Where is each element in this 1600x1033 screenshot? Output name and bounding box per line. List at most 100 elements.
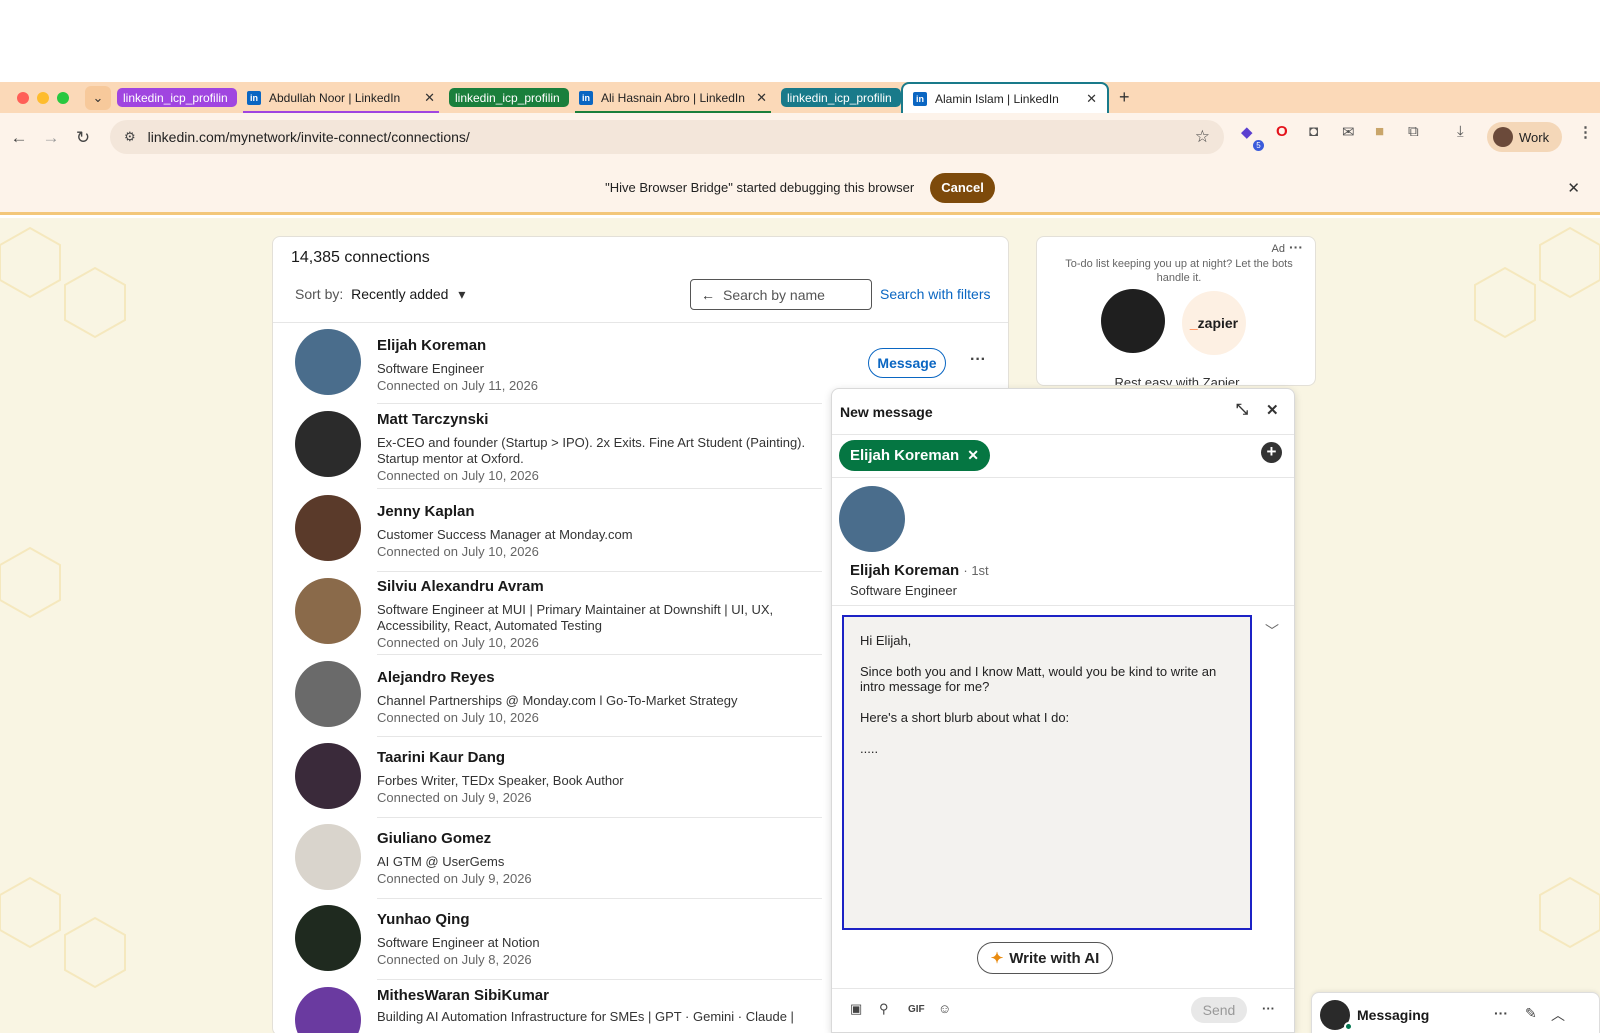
close-tab-icon[interactable]: ✕: [424, 90, 435, 106]
collapse-chevron-icon[interactable]: ﹀: [1265, 621, 1279, 641]
tab-group-chip-3[interactable]: linkedin_icp_profilin: [781, 88, 901, 107]
forward-arrow-icon[interactable]: →: [35, 128, 67, 148]
tab-group-chip-2[interactable]: linkedin_icp_profilin: [449, 88, 569, 107]
expand-chevron-up-icon[interactable]: ︿: [1551, 1005, 1565, 1025]
close-window-button[interactable]: [17, 91, 29, 104]
tab-alamin-islam[interactable]: in Alamin Islam | LinkedIn ✕: [901, 82, 1109, 113]
avatar[interactable]: [295, 987, 361, 1033]
download-icon[interactable]: ⤓: [1457, 123, 1464, 140]
extensions-puzzle-icon[interactable]: ⧉: [1408, 123, 1419, 140]
browser-menu-icon[interactable]: ⋮: [1578, 123, 1593, 141]
search-by-name-input[interactable]: ← Search by name: [690, 279, 872, 310]
address-bar[interactable]: ⚙ linkedin.com/mynetwork/invite-connect/…: [110, 120, 1224, 154]
connections-count: 14,385 connections: [291, 249, 430, 266]
avatar[interactable]: [295, 661, 361, 727]
divider: [377, 403, 822, 404]
close-tab-icon[interactable]: ✕: [756, 90, 767, 106]
compose-message-icon[interactable]: ✎: [1525, 1005, 1537, 1022]
more-options-icon[interactable]: ···: [970, 351, 986, 369]
attachment-icon[interactable]: ⚲: [879, 1001, 889, 1017]
back-arrow-icon: ←: [701, 286, 715, 303]
bookmark-star-icon[interactable]: ☆: [1195, 127, 1210, 147]
close-tab-icon[interactable]: ✕: [1086, 91, 1097, 107]
linkedin-icon: in: [247, 90, 261, 105]
connection-name[interactable]: Matt Tarczynski: [377, 411, 488, 428]
recipient-profile-name-text: Elijah Koreman: [850, 562, 960, 579]
recipient-profile-preview: Elijah Koreman · 1st Software Engineer: [832, 478, 1294, 606]
add-recipient-icon[interactable]: +: [1261, 442, 1282, 463]
avatar[interactable]: [295, 578, 361, 644]
linkedin-page: 14,385 connections Sort by: Recently add…: [0, 218, 1600, 1033]
search-with-filters-link[interactable]: Search with filters: [880, 286, 990, 302]
url-text: linkedin.com/mynetwork/invite-connect/co…: [147, 129, 470, 145]
tab-search-chevron-icon[interactable]: ⌄: [85, 85, 111, 110]
connection-name[interactable]: MithesWaran SibiKumar: [377, 987, 549, 1004]
write-with-ai-button[interactable]: ✦ Write with AI: [977, 942, 1113, 974]
new-tab-icon[interactable]: +: [1119, 87, 1130, 108]
remove-recipient-icon[interactable]: ✕: [967, 447, 979, 464]
profile-avatar: [1493, 127, 1513, 147]
avatar[interactable]: [295, 824, 361, 890]
camera-extension-icon[interactable]: ◘: [1309, 123, 1318, 140]
avatar[interactable]: [295, 905, 361, 971]
avatar[interactable]: [295, 743, 361, 809]
emoji-icon[interactable]: ☺: [938, 1001, 951, 1016]
connection-date: Connected on July 10, 2026: [377, 544, 539, 559]
connection-headline: Software Engineer: [377, 361, 484, 376]
connection-name[interactable]: Taarini Kaur Dang: [377, 749, 505, 766]
zapier-logo: _ zapier: [1182, 291, 1246, 355]
opera-extension-icon[interactable]: O: [1276, 123, 1288, 140]
avatar[interactable]: [295, 411, 361, 477]
divider: [377, 979, 822, 980]
more-options-icon[interactable]: ···: [1262, 1001, 1275, 1016]
message-button[interactable]: Message: [868, 348, 946, 378]
avatar[interactable]: [295, 329, 361, 395]
compose-header[interactable]: New message ⤡ ✕: [832, 389, 1294, 435]
minimize-icon[interactable]: ⤡: [1236, 401, 1248, 418]
ad-card[interactable]: Ad ··· To-do list keeping you up at nigh…: [1036, 236, 1316, 386]
tab-ali-hasnain-abro[interactable]: in Ali Hasnain Abro | LinkedIn ✕: [569, 82, 777, 113]
connection-name[interactable]: Giuliano Gomez: [377, 830, 491, 847]
recipient-pill[interactable]: Elijah Koreman ✕: [839, 440, 990, 471]
mail-extension-icon[interactable]: ✉: [1342, 123, 1355, 141]
connection-date: Connected on July 10, 2026: [377, 468, 539, 483]
maximize-window-button[interactable]: [57, 91, 69, 104]
close-icon[interactable]: ✕: [1266, 401, 1279, 419]
tab-group-chip-1[interactable]: linkedin_icp_profilin: [117, 88, 237, 107]
extension-square-icon[interactable]: ■: [1375, 123, 1384, 140]
minimize-window-button[interactable]: [37, 91, 49, 104]
messaging-overlay-bar[interactable]: Messaging ··· ✎ ︿: [1311, 992, 1600, 1033]
connection-headline: Software Engineer at MUI | Primary Maint…: [377, 602, 774, 633]
connection-name[interactable]: Yunhao Qing: [377, 911, 470, 928]
connection-name[interactable]: Jenny Kaplan: [377, 503, 475, 520]
recipient-field[interactable]: Elijah Koreman ✕ +: [832, 435, 1294, 478]
message-body-textarea[interactable]: Hi Elijah, Since both you and I know Mat…: [842, 615, 1252, 930]
address-toolbar: ← → ↻ ⚙ linkedin.com/mynetwork/invite-co…: [0, 113, 1600, 163]
caret-down-icon: ▾: [458, 286, 466, 302]
extension-hive-icon[interactable]: ◆: [1241, 123, 1253, 141]
avatar[interactable]: [295, 495, 361, 561]
send-button[interactable]: Send: [1191, 997, 1247, 1023]
ad-label: Ad: [1271, 243, 1285, 255]
reload-icon[interactable]: ↻: [67, 128, 99, 148]
image-icon[interactable]: ▣: [850, 1001, 862, 1017]
close-banner-icon[interactable]: ✕: [1567, 179, 1580, 197]
profile-button[interactable]: Work: [1487, 122, 1562, 152]
connection-name[interactable]: Alejandro Reyes: [377, 669, 495, 686]
gif-icon[interactable]: GIF: [908, 1004, 925, 1015]
ad-more-icon[interactable]: ···: [1289, 239, 1303, 255]
divider: [377, 736, 822, 737]
tab-abdullah-noor[interactable]: in Abdullah Noor | LinkedIn ✕: [237, 82, 445, 113]
connection-headline: Building AI Automation Infrastructure fo…: [377, 1009, 794, 1024]
cancel-debug-button[interactable]: Cancel: [930, 172, 995, 203]
sort-dropdown[interactable]: Sort by: Recently added ▾: [295, 286, 465, 303]
connection-name[interactable]: Silviu Alexandru Avram: [377, 578, 544, 595]
messaging-more-icon[interactable]: ···: [1494, 1005, 1508, 1021]
connection-name[interactable]: Elijah Koreman: [377, 337, 486, 354]
connection-headline: AI GTM @ UserGems: [377, 854, 505, 869]
back-arrow-icon[interactable]: ←: [3, 128, 35, 148]
new-message-compose-window: New message ⤡ ✕ Elijah Koreman ✕ + Elija…: [831, 388, 1295, 1033]
recipient-profile-name[interactable]: Elijah Koreman · 1st: [850, 562, 989, 579]
site-settings-icon[interactable]: ⚙: [124, 129, 136, 145]
recipient-avatar[interactable]: [839, 486, 905, 552]
